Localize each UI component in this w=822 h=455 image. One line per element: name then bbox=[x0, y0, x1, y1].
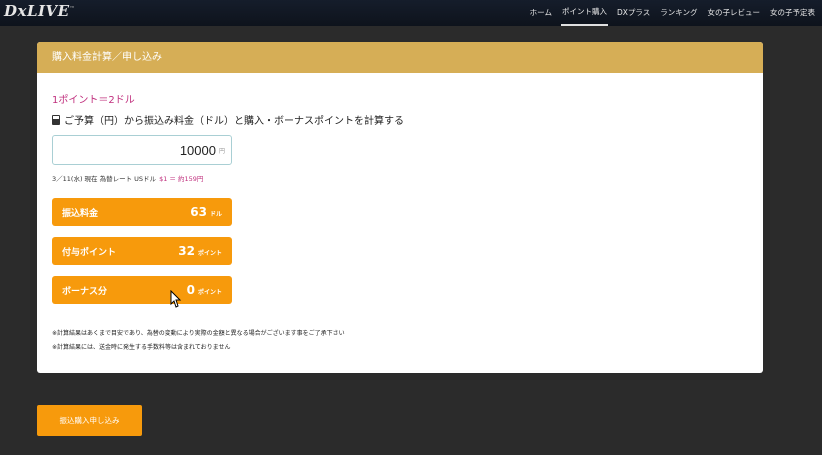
disclaimer-note-2: ※計算結果には、送金時に発生する手数料等は含まれておりません bbox=[52, 344, 231, 351]
nav-home[interactable]: ホーム bbox=[529, 0, 553, 26]
nav-girl-schedule[interactable]: 女の子予定表 bbox=[769, 0, 816, 26]
calculator-icon bbox=[52, 114, 60, 125]
granted-points-label: 付与ポイント bbox=[62, 247, 117, 258]
granted-points-unit: ポイント bbox=[197, 250, 222, 257]
nav-ranking[interactable]: ランキング bbox=[659, 0, 698, 26]
transfer-fee-label: 振込料金 bbox=[62, 208, 99, 219]
nav-dx-plus[interactable]: DXプラス bbox=[616, 0, 651, 26]
disclaimer-note-1: ※計算結果はあくまで目安であり、為替の変動により実際の金額と異なる場合がございま… bbox=[52, 330, 345, 337]
transfer-fee-unit: ドル bbox=[209, 211, 222, 218]
bonus-points-label: ボーナス分 bbox=[62, 286, 108, 297]
panel-title: 購入料金計算／申し込み bbox=[37, 42, 763, 73]
transfer-fee-value: 63 bbox=[190, 205, 207, 219]
budget-input[interactable] bbox=[95, 142, 216, 158]
bonus-points-result: ボーナス分 0 ポイント bbox=[52, 276, 232, 304]
budget-field[interactable]: 円 bbox=[52, 135, 232, 165]
granted-points-value: 32 bbox=[178, 244, 195, 258]
nav-point-purchase[interactable]: ポイント購入 bbox=[560, 0, 608, 26]
point-rate: 1ポイント＝2ドル bbox=[52, 95, 135, 106]
submit-transfer-purchase-button[interactable]: 振込購入申し込み bbox=[37, 405, 142, 436]
bonus-points-value: 0 bbox=[186, 283, 195, 297]
calc-description: ご予算（円）から振込み料金（ドル）と購入・ボーナスポイントを計算する bbox=[52, 112, 404, 127]
logo-text: DxLIVE bbox=[4, 2, 70, 20]
top-navbar: DxLIVE™ ホーム ポイント購入 DXプラス ランキング 女の子レビュー 女… bbox=[0, 0, 822, 26]
calc-description-text: ご予算（円）から振込み料金（ドル）と購入・ボーナスポイントを計算する bbox=[64, 116, 404, 127]
exchange-rate-value: $1 ＝ 約159円 bbox=[159, 175, 204, 183]
main-nav: ホーム ポイント購入 DXプラス ランキング 女の子レビュー 女の子予定表 bbox=[529, 0, 816, 26]
nav-girl-review[interactable]: 女の子レビュー bbox=[707, 0, 762, 26]
calculator-panel: 購入料金計算／申し込み 1ポイント＝2ドル ご予算（円）から振込み料金（ドル）と… bbox=[37, 42, 763, 373]
bonus-points-unit: ポイント bbox=[197, 289, 222, 296]
exchange-rate-text: 3／11(水) 現在 為替レート USドル bbox=[52, 175, 157, 183]
dxlive-logo[interactable]: DxLIVE™ bbox=[4, 2, 75, 20]
budget-unit: 円 bbox=[218, 147, 225, 155]
exchange-rate-line: 3／11(水) 現在 為替レート USドル $1 ＝ 約159円 bbox=[52, 173, 203, 183]
logo-tm: ™ bbox=[69, 6, 76, 12]
granted-points-result: 付与ポイント 32 ポイント bbox=[52, 237, 232, 265]
transfer-fee-result: 振込料金 63 ドル bbox=[52, 198, 232, 226]
mouse-cursor-icon bbox=[170, 290, 182, 308]
